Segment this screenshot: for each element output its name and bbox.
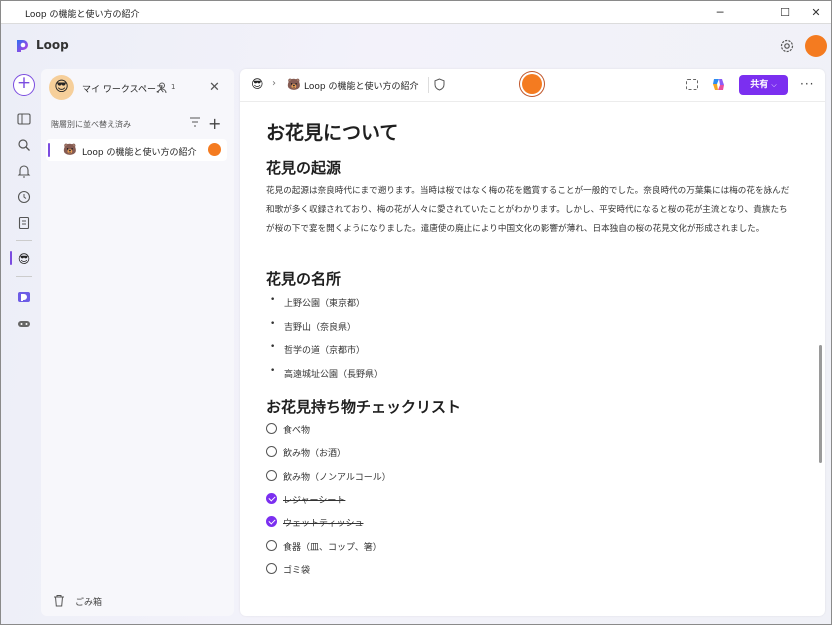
checkbox[interactable] [266, 470, 277, 481]
list-item-text: 吉野山（奈良県） [284, 323, 357, 333]
section-paragraph[interactable]: 花見の起源は奈良時代にまで遡ります。当時は桜ではなく梅の花を鑑賞することが一般的… [266, 182, 794, 239]
components-icon[interactable] [686, 79, 698, 90]
selected-indicator [48, 143, 50, 157]
member-count-value: 1 [171, 83, 176, 91]
sort-filter-icon[interactable] [189, 117, 201, 127]
rail-divider [16, 276, 32, 277]
checkbox[interactable] [266, 446, 277, 457]
checkbox[interactable] [266, 540, 277, 551]
chevron-down-icon[interactable]: ⌵ [412, 79, 418, 89]
presence-avatar [208, 143, 221, 156]
checkbox[interactable] [266, 423, 277, 434]
breadcrumb-page-title[interactable]: Loop の機能と使い方の紹介 [304, 79, 418, 92]
share-label: 共有 [750, 80, 769, 90]
checklist-label: 食器（皿、コップ、箸） [283, 543, 382, 553]
section-heading[interactable]: 花見の起源 [266, 157, 341, 178]
bell-icon[interactable] [16, 163, 32, 179]
title-bar: Loop の機能と使い方の紹介 ─ ☐ ✕ [1, 1, 831, 24]
checklist-label: ゴミ袋 [283, 566, 311, 576]
chevron-right-icon: › [272, 78, 276, 89]
gamepad-icon[interactable] [16, 316, 32, 332]
checklist-label: レジャーシート [283, 496, 346, 506]
app-name: Loop [36, 38, 69, 52]
checklist-label: 食べ物 [283, 426, 311, 436]
user-avatar[interactable] [805, 35, 827, 57]
share-button[interactable]: 共有 ⌵ [739, 75, 788, 95]
trash-label[interactable]: ごみ箱 [75, 595, 102, 608]
shield-icon[interactable] [434, 78, 445, 91]
sort-label: 階層別に並べ替え済み [51, 120, 131, 129]
search-icon[interactable] [16, 137, 32, 153]
checkbox-checked[interactable] [266, 493, 277, 504]
checklist-label: 飲み物（お酒） [283, 449, 347, 459]
workspace-name[interactable]: マイ ワークスペース [82, 82, 165, 95]
checkbox[interactable] [266, 563, 277, 574]
minimize-button[interactable]: ─ [711, 4, 729, 22]
list-item-text: 上野公園（東京都） [284, 299, 366, 309]
loop-logo-icon [17, 40, 28, 52]
create-button[interactable]: + [13, 74, 35, 96]
rail-divider [16, 240, 32, 241]
copilot-icon[interactable] [711, 77, 726, 92]
checklist-label: ウェットティッシュ [283, 519, 364, 529]
window-title: Loop の機能と使い方の紹介 [25, 10, 140, 20]
sidebar-page-label: Loop の機能と使い方の紹介 [82, 148, 197, 158]
checkbox-checked[interactable] [266, 516, 277, 527]
workspace-emoji-icon[interactable]: 😎 [16, 251, 32, 267]
list-item-text: 哲学の道（京都市） [284, 346, 366, 356]
checklist-label: 飲み物（ノンアルコール） [283, 473, 391, 483]
workspaces-icon[interactable] [16, 111, 32, 127]
section-heading[interactable]: お花見持ち物チェックリスト [266, 396, 461, 417]
toolbar-divider [428, 77, 429, 93]
member-count[interactable]: 1 [157, 82, 177, 94]
rail-selected-indicator [10, 251, 12, 265]
add-page-icon[interactable]: + [208, 114, 221, 133]
close-sidebar-icon[interactable]: ✕ [209, 80, 220, 95]
close-window-button[interactable]: ✕ [807, 4, 825, 22]
loop-app-icon[interactable] [16, 289, 32, 305]
collaborator-avatar[interactable] [522, 74, 542, 94]
gear-icon[interactable] [779, 38, 795, 54]
recent-clock-icon[interactable] [16, 189, 32, 205]
breadcrumb-workspace[interactable]: 😎 [251, 77, 264, 91]
page-emoji: 🐻 [63, 143, 77, 156]
workspace-avatar[interactable]: 😎 [49, 75, 74, 100]
breadcrumb-page-emoji[interactable]: 🐻 [287, 78, 301, 91]
list-item-text: 高遠城址公園（長野県） [284, 370, 384, 380]
person-icon [157, 82, 167, 94]
notes-icon[interactable] [16, 215, 32, 231]
more-options-button[interactable]: ··· [800, 77, 814, 91]
section-heading[interactable]: 花見の名所 [266, 268, 341, 289]
sidebar-page-item[interactable]: 🐻 Loop の機能と使い方の紹介 [46, 139, 227, 161]
trash-icon[interactable] [53, 594, 65, 607]
chevron-down-icon: ⌵ [771, 81, 777, 89]
scrollbar[interactable] [819, 345, 822, 463]
document-title[interactable]: お花見について [266, 118, 398, 145]
maximize-button[interactable]: ☐ [776, 4, 794, 22]
